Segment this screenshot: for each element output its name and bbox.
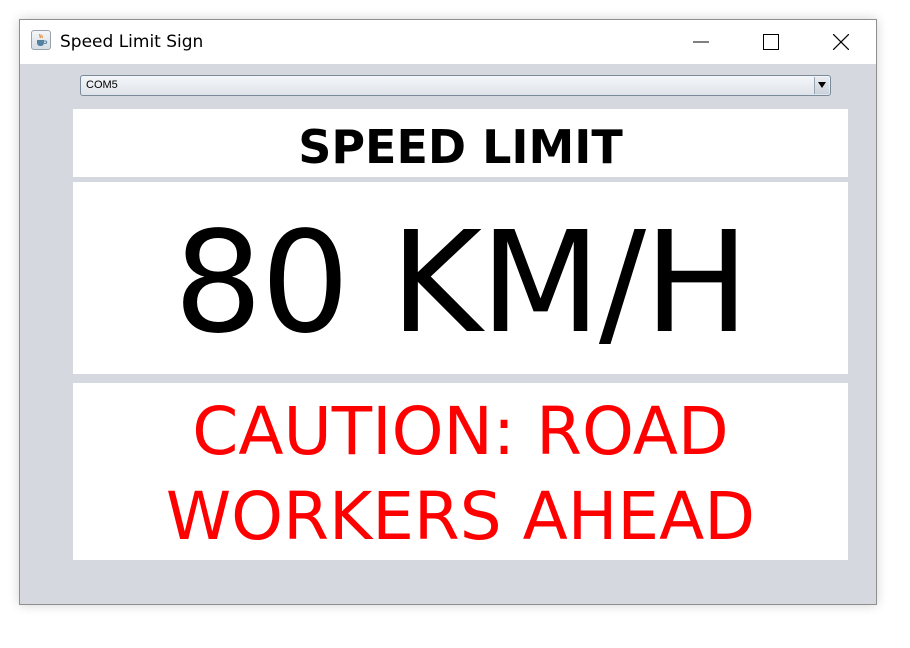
minimize-icon [693,41,709,43]
app-window: Speed Limit Sign COM5 SPEED LIMIT 80 KM/… [19,19,877,605]
java-cup-icon[interactable] [31,30,51,50]
caution-line-2: WORKERS AHEAD [165,478,756,555]
port-select[interactable]: COM5 [80,75,831,96]
dropdown-button[interactable] [814,77,829,94]
speed-value: 80 KM/H [173,202,750,365]
maximize-button[interactable] [736,20,806,64]
minimize-button[interactable] [666,20,736,64]
chevron-down-icon [818,82,826,88]
speed-panel: 80 KM/H [73,182,848,374]
caution-message: CAUTION: ROAD WORKERS AHEAD [73,389,848,559]
heading-panel: SPEED LIMIT [73,109,848,177]
maximize-icon [763,34,779,50]
speed-limit-heading: SPEED LIMIT [298,120,623,174]
caution-line-1: CAUTION: ROAD [192,393,729,470]
window-title: Speed Limit Sign [60,32,204,52]
caution-panel: CAUTION: ROAD WORKERS AHEAD [73,383,848,560]
close-button[interactable] [806,20,876,64]
port-select-value: COM5 [86,79,118,91]
close-icon [833,34,849,50]
title-bar[interactable]: Speed Limit Sign [20,20,876,64]
